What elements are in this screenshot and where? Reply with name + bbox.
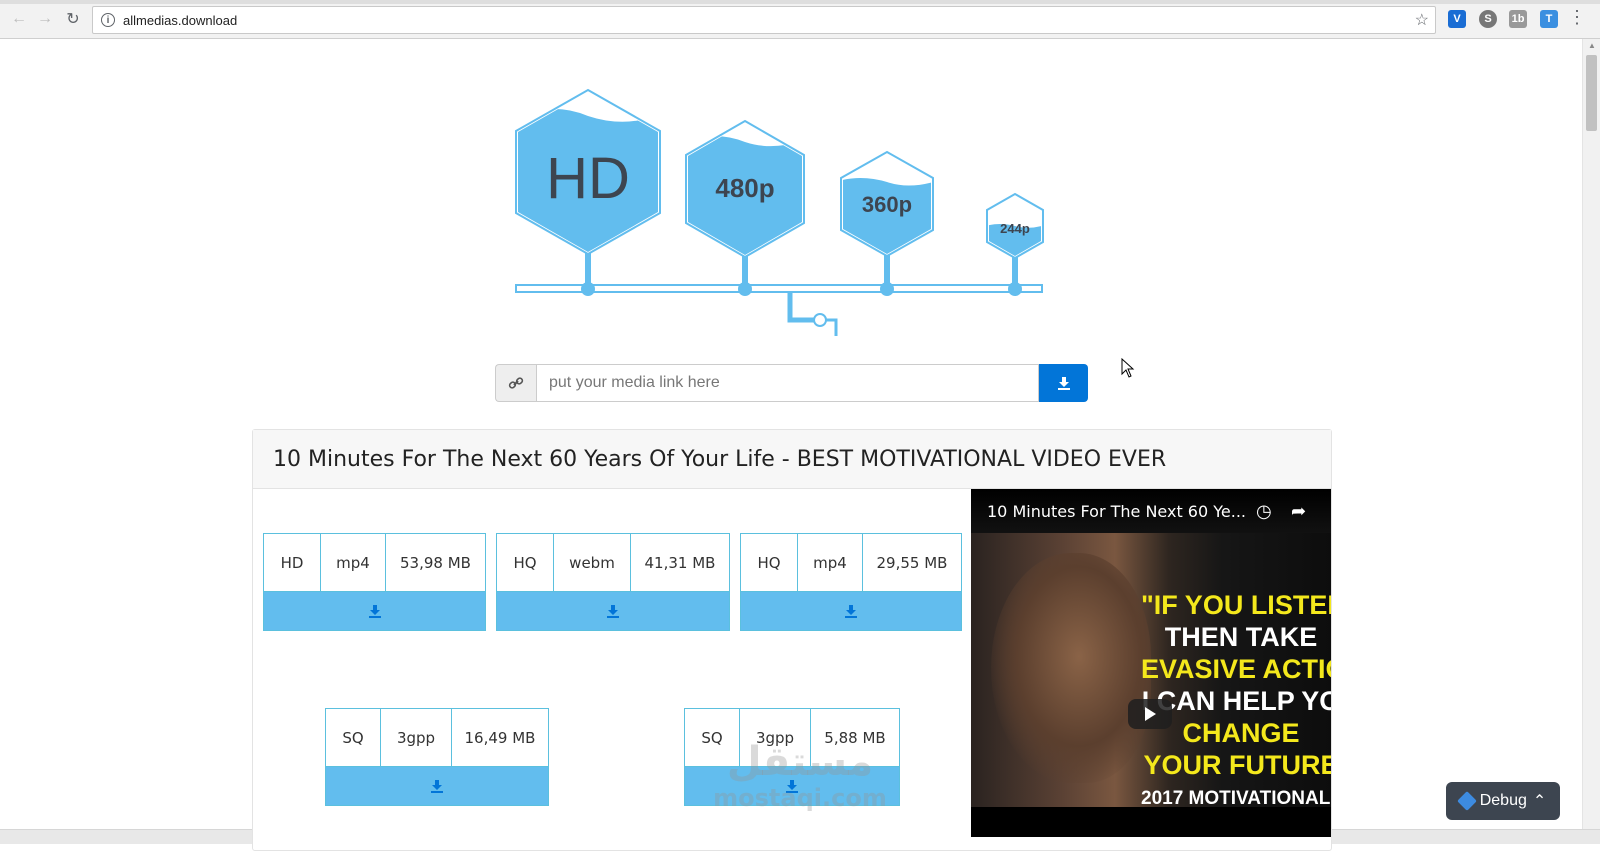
address-bar[interactable]: i allmedias.download ☆ [92,6,1436,34]
format-quality: SQ [326,709,381,766]
format-download-button[interactable] [264,592,485,630]
debug-diamond-icon [1456,791,1477,811]
badge-480p: 480p [715,173,774,203]
overlay-line: EVASIVE ACTIO [1141,654,1331,684]
mouse-cursor-icon [1121,358,1135,378]
badge-244p: 244p [1000,221,1030,236]
format-extension: mp4 [798,534,863,591]
menu-dots-icon[interactable]: ⋮ [1568,8,1586,26]
info-icon[interactable]: i [101,13,115,27]
vimeo-icon[interactable]: V [1448,10,1466,28]
play-button-icon[interactable] [1128,699,1172,729]
video-embed-title[interactable]: 10 Minutes For The Next 60 Ye... [971,489,1331,533]
format-size: 41,31 MB [644,553,716,572]
forward-icon[interactable]: → [34,8,56,30]
format-option: HQ webm 41,31 MB [496,533,730,631]
download-icon [431,780,443,793]
shield-icon[interactable]: S [1479,10,1497,28]
quality-hexagons-graphic: HD 480p 360p 244p [515,88,1044,336]
video-thumbnail[interactable]: "IF YOU LISTEN THEN TAKE EVASIVE ACTIO I… [971,533,1332,809]
video-embed[interactable]: "IF YOU LISTEN THEN TAKE EVASIVE ACTIO I… [971,489,1331,837]
bookmark-star-icon[interactable]: ☆ [1415,10,1429,30]
download-submit-button[interactable] [1039,364,1088,402]
scroll-up-arrow-icon[interactable]: ▲ [1588,41,1596,50]
browser-toolbar: ← → ↻ i allmedias.download ☆ V S 1b T ⋮ [0,0,1600,39]
media-link-input[interactable] [536,364,1039,402]
share-icon[interactable]: ➦ [1291,501,1306,522]
1b-icon[interactable]: 1b [1509,10,1527,28]
overlay-line: 2017 MOTIVATIONAL V [1141,788,1331,809]
link-icon [495,364,536,402]
badge-hd: HD [546,146,630,211]
vertical-scrollbar[interactable]: ▲ [1582,39,1600,830]
format-size: 16,49 MB [464,728,536,747]
format-extension: mp4 [321,534,386,591]
overlay-line: "IF YOU LISTEN [1141,590,1331,620]
format-extension: webm [554,534,631,591]
url-text[interactable]: allmedias.download [123,13,237,28]
format-option: HD mp4 53,98 MB [263,533,486,631]
download-icon [845,605,857,618]
download-icon [607,605,619,618]
overlay-line: YOUR FUTURE [1143,750,1332,780]
back-icon[interactable]: ← [8,8,30,30]
badge-360p: 360p [862,192,912,217]
format-quality: HQ [741,534,798,591]
download-icon [1057,377,1070,390]
overlay-line: THEN TAKE [1164,622,1318,652]
debug-label: Debug [1479,792,1527,809]
format-extension: 3gpp [381,709,452,766]
format-size: 53,98 MB [400,553,471,572]
debug-button[interactable]: Debug ⌃ [1446,782,1560,820]
watermark-latin: mostaqi.com [713,784,887,812]
chevron-up-icon: ⌃ [1532,793,1547,810]
tab-strip [0,0,1600,4]
thumbnail-portrait [991,553,1151,783]
format-option: SQ 3gpp 16,49 MB [325,708,549,806]
card-header: 10 Minutes For The Next 60 Years Of Your… [253,430,1331,489]
format-download-button[interactable] [326,767,548,805]
format-download-button[interactable] [497,592,729,630]
download-icon [368,605,381,618]
format-size: 29,55 MB [876,553,948,572]
reload-icon[interactable]: ↻ [62,8,84,30]
format-option: HQ mp4 29,55 MB [740,533,962,631]
video-title: 10 Minutes For The Next 60 Years Of Your… [273,446,1167,472]
watch-later-icon[interactable]: ◷ [1256,501,1272,522]
format-download-button[interactable] [741,592,961,630]
media-link-form [495,364,1088,402]
watermark-arabic: مستقل [726,739,874,785]
translate-icon[interactable]: T [1540,10,1558,28]
format-quality: HQ [497,534,554,591]
watermark: مستقل mostaqi.com [700,740,900,812]
scrollbar-thumb[interactable] [1586,55,1597,131]
format-quality: HD [264,534,321,591]
